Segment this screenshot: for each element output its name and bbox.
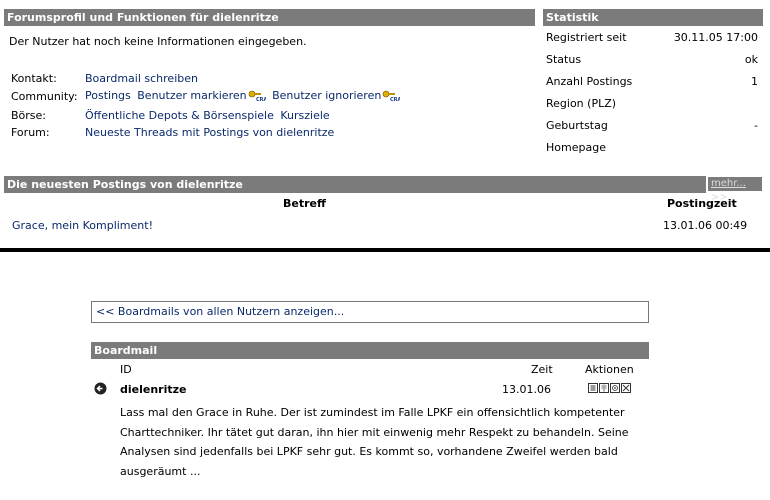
stat-value: ok	[744, 53, 758, 66]
profile-title: Forumsprofil und Funktionen für dielenri…	[7, 11, 279, 24]
posting-subject-link[interactable]: Grace, mein Kompliment!	[12, 219, 153, 232]
more-postings-link[interactable]: mehr... >>	[708, 177, 762, 203]
col-actions-header: Aktionen	[585, 363, 634, 376]
stat-homepage: Homepage	[546, 139, 758, 157]
stat-value: -	[754, 119, 758, 132]
kursziele-link[interactable]: Kursziele	[280, 109, 329, 122]
postings-link[interactable]: Postings	[85, 89, 131, 102]
stats-title: Statistik	[546, 11, 599, 24]
stat-status: Status ok	[546, 51, 758, 69]
stat-label: Registriert seit	[546, 31, 627, 44]
posting-time: 13.01.06 00:49	[663, 219, 748, 232]
ignore-user-link[interactable]: Benutzer ignorieren	[272, 89, 381, 102]
view-icon[interactable]	[588, 383, 598, 393]
write-boardmail-link[interactable]: Boardmail schreiben	[85, 72, 198, 85]
col-time-header: Postingzeit	[667, 197, 737, 210]
reply-icon[interactable]	[599, 383, 609, 393]
kontakt-label: Kontakt:	[11, 72, 57, 85]
message-date: 13.01.06	[502, 383, 551, 396]
boerse-label: Börse:	[11, 109, 47, 122]
message-actions	[588, 381, 632, 394]
stat-label: Geburtstag	[546, 119, 608, 132]
stat-label: Status	[546, 53, 582, 66]
key-mark-icon[interactable]: CRA	[248, 89, 266, 101]
col-id-header: ID	[120, 363, 132, 376]
stat-value: 1	[751, 75, 758, 88]
community-links: Postings Benutzer markieren CRA Benutzer …	[85, 89, 400, 102]
postings-title: Die neuesten Postings von dielenritze	[7, 178, 243, 191]
mark-user-link[interactable]: Benutzer markieren	[137, 89, 246, 102]
stat-region: Region (PLZ)	[546, 95, 758, 113]
delete-icon[interactable]	[621, 383, 631, 393]
stat-registered: Registriert seit 30.11.05 17:00	[546, 29, 758, 47]
stat-label: Region (PLZ)	[546, 97, 617, 110]
svg-text:CRA: CRA	[390, 97, 400, 101]
no-info-text: Der Nutzer hat noch keine Informationen …	[9, 35, 307, 48]
stat-label: Anzahl Postings	[546, 75, 633, 88]
message-sender: dielenritze	[120, 383, 187, 396]
profile-header: Forumsprofil und Funktionen für dielenri…	[4, 9, 535, 26]
forward-icon[interactable]	[610, 383, 620, 393]
newest-threads-link[interactable]: Neueste Threads mit Postings von dielenr…	[85, 126, 334, 139]
svg-text:CRA: CRA	[256, 97, 266, 101]
back-arrow-icon[interactable]	[94, 382, 107, 395]
stat-label: Homepage	[546, 141, 606, 154]
key-ignore-icon[interactable]: CRA	[382, 89, 400, 101]
boardmail-title: Boardmail	[94, 344, 158, 357]
boardmail-header: Boardmail	[91, 342, 649, 359]
boerse-links: Öffentliche Depots & Börsenspiele Kurszi…	[85, 109, 330, 122]
stats-header: Statistik	[543, 9, 763, 26]
col-zeit-header: Zeit	[531, 363, 553, 376]
forum-label: Forum:	[11, 126, 50, 139]
postings-header: Die neuesten Postings von dielenritze	[4, 176, 706, 193]
stat-value: 30.11.05 17:00	[673, 31, 758, 44]
section-divider	[0, 248, 770, 252]
community-label: Community:	[11, 90, 78, 103]
show-all-boardmails-button[interactable]: << Boardmails von allen Nutzern anzeigen…	[91, 301, 649, 323]
stat-postings: Anzahl Postings 1	[546, 73, 758, 91]
col-subject-header: Betreff	[283, 197, 326, 210]
depots-link[interactable]: Öffentliche Depots & Börsenspiele	[85, 109, 274, 122]
stat-birthday: Geburtstag -	[546, 117, 758, 135]
message-body: Lass mal den Grace in Ruhe. Der ist zumi…	[120, 406, 629, 478]
